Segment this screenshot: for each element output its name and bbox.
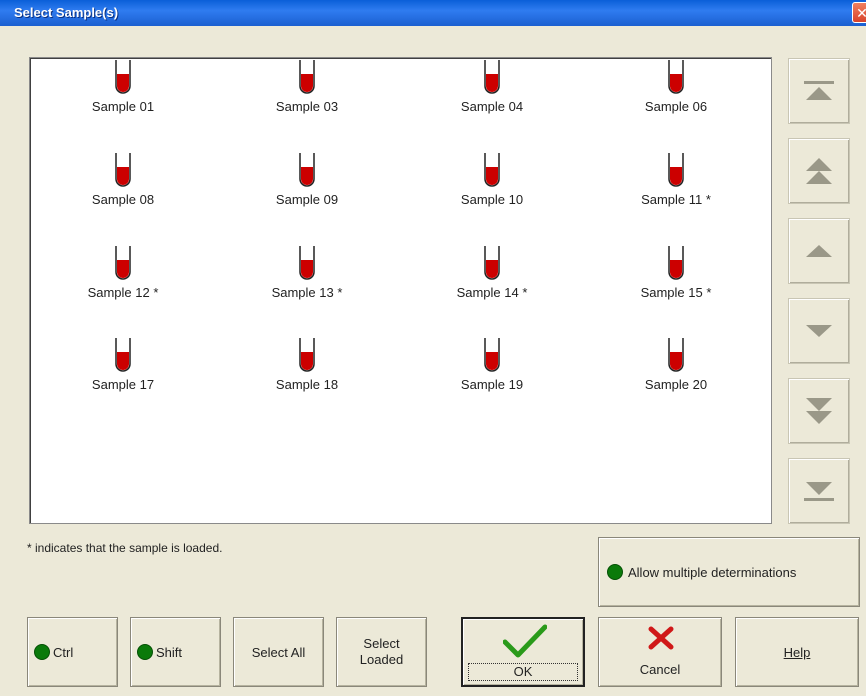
test-tube-icon	[115, 153, 131, 187]
sample-item[interactable]: Sample 19	[412, 338, 572, 392]
test-tube-icon	[668, 60, 684, 94]
shift-indicator-icon	[137, 644, 153, 660]
page-up-button[interactable]	[788, 138, 850, 204]
ctrl-label: Ctrl	[53, 644, 74, 660]
ctrl-toggle[interactable]: Ctrl	[27, 617, 118, 687]
select-loaded-label-line2: Loaded	[359, 652, 404, 667]
up-arrow-icon	[806, 245, 832, 257]
test-tube-icon	[484, 60, 500, 94]
sample-label: Sample 19	[460, 377, 524, 392]
scroll-bottom-icon	[804, 482, 834, 501]
sample-item[interactable]: Sample 09	[227, 153, 387, 207]
sample-label: Sample 09	[275, 192, 339, 207]
page-down-button[interactable]	[788, 378, 850, 444]
select-all-label: Select All	[251, 644, 306, 660]
sample-item[interactable]: Sample 18	[227, 338, 387, 392]
scroll-top-button[interactable]	[788, 58, 850, 124]
down-arrow-icon	[806, 325, 832, 337]
test-tube-icon	[299, 246, 315, 280]
test-tube-icon	[115, 60, 131, 94]
shift-toggle[interactable]: Shift	[130, 617, 221, 687]
allow-multiple-determinations-toggle[interactable]: Allow multiple determinations	[598, 537, 860, 607]
scroll-top-icon	[804, 81, 834, 100]
sample-list[interactable]: Sample 01 Sample 03 Sample 04 Sample 06 …	[29, 57, 772, 524]
test-tube-icon	[484, 338, 500, 372]
sample-label: Sample 08	[91, 192, 155, 207]
test-tube-icon	[668, 246, 684, 280]
sample-label: Sample 17	[91, 377, 155, 392]
cancel-label: Cancel	[639, 662, 681, 677]
sample-label: Sample 18	[275, 377, 339, 392]
test-tube-icon	[299, 338, 315, 372]
sample-item[interactable]: Sample 14 *	[412, 246, 572, 300]
test-tube-icon	[484, 246, 500, 280]
sample-item[interactable]: Sample 11 *	[596, 153, 756, 207]
test-tube-icon	[115, 338, 131, 372]
test-tube-icon	[668, 153, 684, 187]
select-all-button[interactable]: Select All	[233, 617, 324, 687]
sample-label: Sample 01	[91, 99, 155, 114]
sample-item[interactable]: Sample 01	[43, 60, 203, 114]
sample-label: Sample 15 *	[640, 285, 712, 300]
double-down-arrow-icon	[806, 398, 832, 424]
select-loaded-label-line1: Select	[363, 636, 400, 651]
close-button[interactable]: ✕	[852, 2, 866, 23]
scroll-up-button[interactable]	[788, 218, 850, 284]
title-bar: Select Sample(s) ✕	[0, 0, 866, 26]
sample-item[interactable]: Sample 03	[227, 60, 387, 114]
sample-label: Sample 20	[644, 377, 708, 392]
toggle-indicator-icon	[607, 564, 623, 580]
checkmark-icon	[503, 624, 547, 658]
sample-item[interactable]: Sample 06	[596, 60, 756, 114]
loaded-note: * indicates that the sample is loaded.	[27, 541, 223, 555]
sample-label: Sample 14 *	[456, 285, 528, 300]
sample-item[interactable]: Sample 08	[43, 153, 203, 207]
ctrl-indicator-icon	[34, 644, 50, 660]
test-tube-icon	[668, 338, 684, 372]
allow-multiple-label: Allow multiple determinations	[628, 564, 797, 580]
cancel-button[interactable]: Cancel	[598, 617, 722, 687]
sample-item[interactable]: Sample 20	[596, 338, 756, 392]
sample-label: Sample 06	[644, 99, 708, 114]
shift-label: Shift	[156, 644, 183, 660]
test-tube-icon	[115, 246, 131, 280]
select-loaded-button[interactable]: Select Loaded	[336, 617, 427, 687]
scroll-bottom-button[interactable]	[788, 458, 850, 524]
window-title: Select Sample(s)	[14, 5, 119, 20]
sample-item[interactable]: Sample 17	[43, 338, 203, 392]
ok-button[interactable]: OK	[461, 617, 585, 687]
sample-item[interactable]: Sample 12 *	[43, 246, 203, 300]
test-tube-icon	[484, 153, 500, 187]
sample-label: Sample 12 *	[87, 285, 159, 300]
ok-label: OK	[468, 663, 578, 681]
help-label: Help	[783, 644, 811, 660]
sample-label: Sample 11 *	[641, 192, 711, 207]
sample-label: Sample 13 *	[271, 285, 343, 300]
help-button[interactable]: Help	[735, 617, 859, 687]
test-tube-icon	[299, 60, 315, 94]
sample-item[interactable]: Sample 15 *	[596, 246, 756, 300]
sample-label: Sample 03	[275, 99, 339, 114]
sample-item[interactable]: Sample 04	[412, 60, 572, 114]
cancel-x-icon	[648, 626, 674, 650]
sample-item[interactable]: Sample 13 *	[227, 246, 387, 300]
double-up-arrow-icon	[806, 158, 832, 184]
sample-label: Sample 10	[460, 192, 524, 207]
sample-item[interactable]: Sample 10	[412, 153, 572, 207]
sample-label: Sample 04	[460, 99, 524, 114]
test-tube-icon	[299, 153, 315, 187]
scroll-down-button[interactable]	[788, 298, 850, 364]
